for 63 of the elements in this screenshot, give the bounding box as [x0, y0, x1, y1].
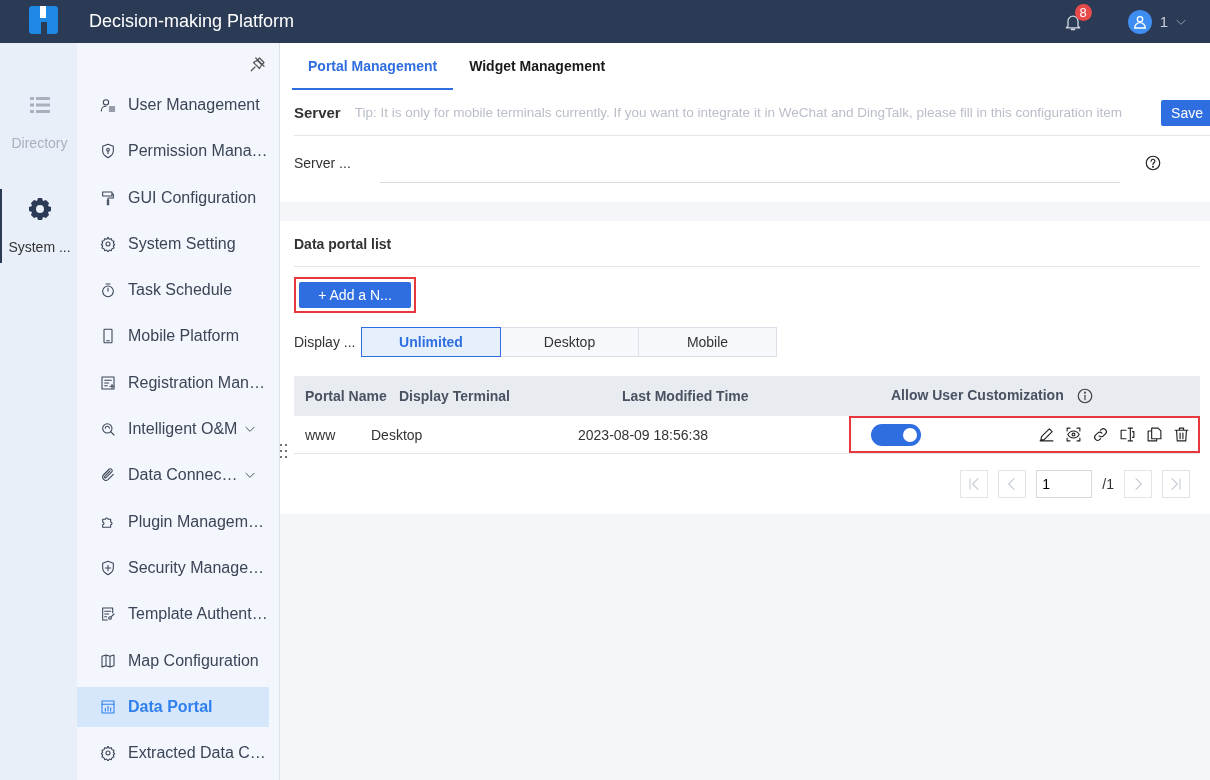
paperclip-icon [100, 467, 116, 484]
document-plus-icon [100, 374, 116, 391]
sidebar-item[interactable]: Permission Mana… [77, 131, 269, 172]
sidebar-item[interactable]: System Setting [77, 223, 269, 264]
phone-icon [100, 328, 116, 345]
toggle-switch[interactable] [871, 423, 921, 446]
field-label: Server ... [294, 155, 352, 171]
table-cell: Desktop [371, 426, 423, 443]
paint-roller-icon [100, 189, 116, 206]
link-icon[interactable] [1092, 426, 1109, 443]
sidebar-item[interactable]: Plugin Managem… [77, 501, 269, 542]
user-avatar-icon[interactable] [1127, 9, 1152, 34]
page-total: /1 [1102, 476, 1114, 492]
pin-icon[interactable] [249, 55, 267, 73]
gear-icon [100, 235, 116, 252]
gear-icon [100, 745, 116, 762]
sidebar-item[interactable]: Mobile Platform [77, 316, 269, 357]
dashboard-icon [100, 698, 116, 715]
filter-label: Display ... [294, 334, 357, 350]
sidebar-item[interactable]: Task Schedule [77, 270, 269, 311]
app-title: Decision-making Platform [89, 11, 295, 32]
sidebar-item[interactable]: Registration Man… [77, 362, 269, 403]
help-icon[interactable] [1144, 154, 1162, 172]
sidebar-item[interactable]: Intelligent O&M [77, 409, 269, 450]
filter-option[interactable]: Desktop [500, 327, 639, 357]
stopwatch-icon [100, 282, 116, 299]
sidebar-item[interactable]: GUI Configuration [77, 177, 269, 218]
column-header: Display Terminal [399, 388, 510, 404]
sidebar-item[interactable]: Data Connec… [77, 455, 269, 496]
shield-plus-icon [100, 559, 116, 576]
filter-option[interactable]: Unlimited [361, 327, 501, 357]
column-header: Portal Name [305, 388, 387, 404]
filter-option[interactable]: Mobile [638, 327, 777, 357]
section-heading: Server [294, 104, 341, 121]
tab[interactable]: Widget Management [453, 43, 622, 90]
eye-frame-icon[interactable] [1065, 426, 1082, 443]
notification-badge: 8 [1074, 4, 1092, 21]
map-icon [100, 652, 116, 669]
sidebar-item[interactable]: Template Authent… [77, 594, 269, 635]
pencil-icon[interactable] [1038, 426, 1055, 443]
gear-icon [27, 197, 52, 221]
sidebar-item[interactable]: Extracted Data C… [77, 733, 269, 774]
info-icon[interactable] [1075, 387, 1094, 406]
person-list-icon [100, 97, 116, 113]
document-edit-icon [100, 606, 116, 623]
table-cell: www [305, 426, 336, 443]
column-header: Last Modified Time [622, 388, 749, 404]
tip-text: Tip: It is only for mobile terminals currently. If you want to integrate it in WeChat and DingTalk, please fill in this configuration item [354, 105, 1124, 120]
drag-handle-icon[interactable] [279, 443, 288, 459]
sidebar-item[interactable]: Security Manage… [77, 547, 269, 588]
sidebar-item[interactable]: User Management [77, 85, 269, 125]
trash-icon[interactable] [1173, 426, 1190, 443]
section-heading: Data portal list [294, 221, 1200, 267]
shield-icon [100, 143, 116, 160]
table-cell: 2023-08-09 18:56:38 [578, 426, 708, 443]
user-name[interactable]: 1 [1159, 13, 1168, 30]
column-header: Allow User Customization [891, 386, 1064, 403]
save-button[interactable]: Save [1161, 99, 1210, 126]
copy-icon[interactable] [1146, 426, 1163, 443]
sidebar-item[interactable]: Map Configuration [77, 640, 269, 681]
rename-icon[interactable] [1119, 426, 1136, 443]
add-button[interactable]: + Add a N... [299, 282, 411, 308]
page-input[interactable]: 1 [1036, 470, 1093, 498]
